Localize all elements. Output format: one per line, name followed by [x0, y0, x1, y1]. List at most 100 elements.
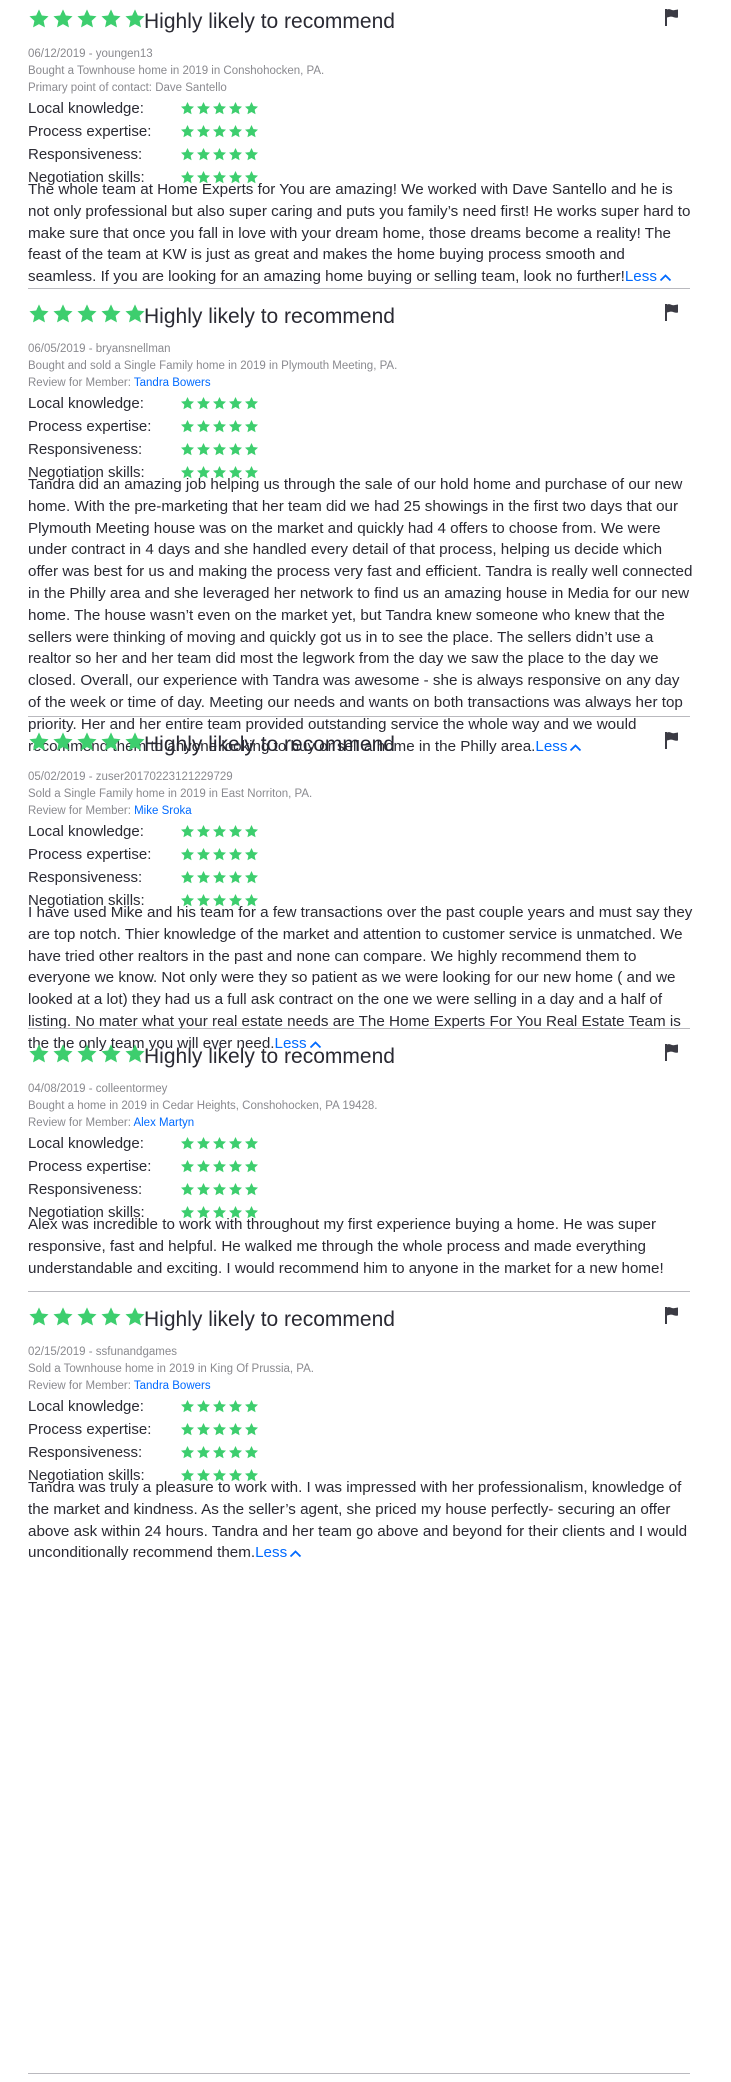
review-text: Tandra was truly a pleasure to work with… — [28, 1477, 693, 1564]
star-icon — [245, 147, 258, 161]
star-icon — [229, 147, 242, 161]
rating-label: Local knowledge: — [28, 100, 144, 117]
star-icon — [77, 304, 97, 323]
review-contact: Review for Member: Mike Sroka — [28, 803, 312, 820]
star-icon — [245, 1182, 258, 1196]
star-icon — [181, 419, 194, 433]
rating-row: Responsiveness: — [28, 145, 328, 168]
contact-prefix: Review for Member: — [28, 805, 135, 817]
flag-icon[interactable] — [664, 8, 680, 26]
star-icon — [53, 1307, 73, 1326]
member-link[interactable]: Tandra Bowers — [134, 1380, 211, 1392]
star-icon — [29, 1307, 49, 1326]
flag-icon[interactable] — [664, 731, 680, 749]
star-icon — [229, 1422, 242, 1436]
rating-row: Process expertise: — [28, 122, 328, 145]
review-header: Highly likely to recommend — [28, 731, 690, 761]
rating-stars — [180, 1159, 259, 1174]
less-link[interactable]: Less — [625, 268, 672, 285]
star-icon — [197, 1422, 210, 1436]
rating-row: Process expertise: — [28, 1157, 328, 1180]
star-icon — [245, 824, 258, 838]
transaction-info: Sold a Single Family home in 2019 in Eas… — [28, 788, 313, 800]
member-link[interactable]: Alex Martyn — [133, 1117, 194, 1129]
contact-prefix: Review for Member: — [28, 377, 134, 389]
contact-prefix: Review for Member: — [28, 1117, 134, 1129]
star-icon — [197, 396, 210, 410]
star-icon — [181, 870, 194, 884]
flag-icon[interactable] — [664, 1043, 680, 1061]
star-icon — [77, 1307, 97, 1326]
star-icon — [213, 101, 226, 115]
review-meta: 06/12/2019 - youngen13 Bought a Townhouse… — [28, 46, 324, 97]
star-icon — [213, 1445, 226, 1459]
star-icon — [125, 1044, 145, 1063]
overall-rating-stars — [28, 1043, 146, 1065]
star-icon — [29, 9, 49, 28]
member-link[interactable]: Mike Sroka — [134, 805, 192, 817]
sub-ratings: Local knowledge: Process expertise: Respon… — [28, 822, 328, 914]
star-icon — [181, 147, 194, 161]
rating-row: Local knowledge: — [28, 394, 328, 417]
review-contact: Review for Member: Tandra Bowers — [28, 375, 397, 392]
rating-stars — [180, 1136, 259, 1151]
star-icon — [181, 396, 194, 410]
review-meta: 02/15/2019 - ssfunandgames Sold a Townhou… — [28, 1344, 314, 1395]
rating-label: Process expertise: — [28, 418, 152, 435]
star-icon — [213, 1399, 226, 1413]
star-icon — [197, 1399, 210, 1413]
review-body: The whole team at Home Experts for You a… — [28, 181, 691, 286]
star-icon — [53, 9, 73, 28]
star-icon — [229, 870, 242, 884]
star-icon — [229, 101, 242, 115]
star-icon — [101, 732, 121, 751]
star-icon — [197, 847, 210, 861]
review-date-user: 06/12/2019 - youngen13 — [28, 48, 153, 60]
star-icon — [213, 1159, 226, 1173]
star-icon — [125, 732, 145, 751]
star-icon — [245, 870, 258, 884]
star-icon — [229, 442, 242, 456]
review-text: I have used Mike and his team for a few … — [28, 902, 693, 1055]
rating-label: Process expertise: — [28, 123, 152, 140]
star-icon — [245, 1422, 258, 1436]
rating-label: Responsiveness: — [28, 1444, 143, 1461]
rating-row: Responsiveness: — [28, 440, 328, 463]
star-icon — [101, 1307, 121, 1326]
chevron-up-icon — [659, 274, 672, 282]
rating-row: Process expertise: — [28, 1420, 328, 1443]
overall-rating-stars — [28, 1306, 146, 1328]
star-icon — [245, 1159, 258, 1173]
review-card: Highly likely to recommend 05/02/2019 - z… — [28, 716, 692, 1052]
rating-stars — [180, 870, 259, 885]
rating-row: Local knowledge: — [28, 1397, 328, 1420]
star-icon — [101, 304, 121, 323]
star-icon — [245, 124, 258, 138]
less-link[interactable]: Less — [255, 1544, 302, 1561]
rating-stars — [180, 147, 259, 162]
rating-row: Local knowledge: — [28, 1134, 328, 1157]
review-body: Tandra did an amazing job helping us thr… — [28, 476, 693, 755]
star-icon — [229, 1136, 242, 1150]
overall-rating-stars — [28, 8, 146, 30]
star-icon — [77, 9, 97, 28]
star-icon — [53, 304, 73, 323]
star-icon — [181, 1182, 194, 1196]
review-meta: 06/05/2019 - bryansnellman Bought and sol… — [28, 341, 397, 392]
rating-row: Responsiveness: — [28, 1443, 328, 1466]
star-icon — [229, 124, 242, 138]
rating-label: Process expertise: — [28, 1158, 152, 1175]
flag-icon[interactable] — [664, 303, 680, 321]
sub-ratings: Local knowledge: Process expertise: Respon… — [28, 394, 328, 486]
overall-rating-stars — [28, 731, 146, 753]
rating-label: Local knowledge: — [28, 1135, 144, 1152]
rating-stars — [180, 101, 259, 116]
star-icon — [213, 147, 226, 161]
flag-icon[interactable] — [664, 1306, 680, 1324]
rating-label: Local knowledge: — [28, 395, 144, 412]
less-label: Less — [255, 1544, 288, 1562]
star-icon — [213, 396, 226, 410]
member-link[interactable]: Tandra Bowers — [134, 377, 211, 389]
star-icon — [77, 1044, 97, 1063]
rating-label: Process expertise: — [28, 846, 152, 863]
